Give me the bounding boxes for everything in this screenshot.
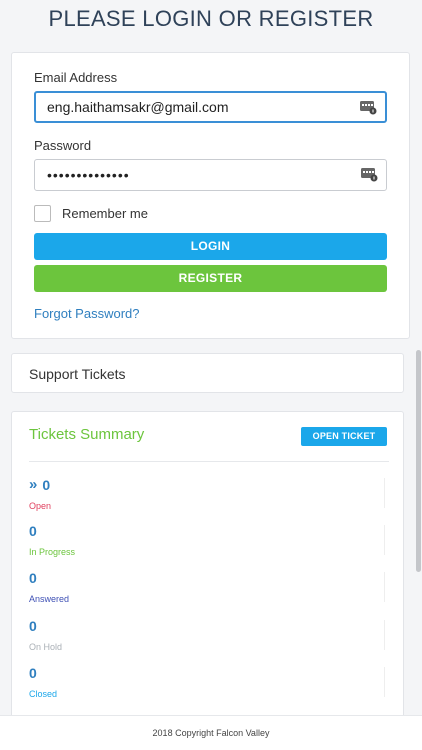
tickets-summary-title: Tickets Summary xyxy=(29,426,145,443)
login-card: Email Address eng.haithamsakr@gmail.com … xyxy=(11,52,410,339)
stat-open[interactable]: » 0 Open xyxy=(29,476,389,511)
stat-count: 0 xyxy=(42,476,51,493)
divider xyxy=(384,620,385,650)
divider xyxy=(384,525,385,555)
stat-answered[interactable]: 0 Answered xyxy=(29,570,389,604)
password-value: •••••••••••••• xyxy=(47,167,130,183)
stat-label: Answered xyxy=(29,594,70,604)
stat-count: 0 xyxy=(29,523,37,539)
footer: 2018 Copyright Falcon Valley xyxy=(0,715,422,750)
stat-label: Closed xyxy=(29,689,58,699)
stat-in-progress[interactable]: 0 In Progress xyxy=(29,523,389,557)
support-tickets-title: Support Tickets xyxy=(29,366,126,382)
stat-count: 0 xyxy=(29,665,37,681)
remember-me-checkbox[interactable] xyxy=(34,205,51,222)
password-field[interactable]: •••••••••••••• xyxy=(34,159,387,191)
register-button[interactable]: REGISTER xyxy=(34,265,387,292)
stat-count: 0 xyxy=(29,570,37,586)
stat-on-hold[interactable]: 0 On Hold xyxy=(29,618,389,652)
email-value: eng.haithamsakr@gmail.com xyxy=(47,99,229,115)
login-button[interactable]: LOGIN xyxy=(34,233,387,260)
forgot-password-link[interactable]: Forgot Password? xyxy=(34,306,140,321)
stat-label: On Hold xyxy=(29,642,63,652)
divider xyxy=(384,572,385,602)
stat-label: In Progress xyxy=(29,547,76,557)
stat-label: Open xyxy=(29,501,52,511)
divider xyxy=(384,667,385,697)
divider xyxy=(384,478,385,508)
open-ticket-button[interactable]: OPEN TICKET xyxy=(301,427,387,446)
remember-me-label[interactable]: Remember me xyxy=(62,206,148,221)
stat-count: 0 xyxy=(29,618,37,634)
copyright-text: 2018 Copyright Falcon Valley xyxy=(152,728,270,738)
divider xyxy=(29,461,389,462)
double-chevron-right-icon: » xyxy=(29,476,38,493)
stat-closed[interactable]: 0 Closed xyxy=(29,665,389,699)
tickets-summary-panel: Tickets Summary OPEN TICKET » 0 Open 0 I… xyxy=(11,411,404,731)
scrollbar[interactable] xyxy=(416,350,421,572)
email-label: Email Address xyxy=(34,70,118,85)
password-manager-icon[interactable] xyxy=(360,100,377,115)
support-tickets-panel[interactable]: Support Tickets xyxy=(11,353,404,393)
password-manager-icon[interactable] xyxy=(361,167,378,182)
page-title: PLEASE LOGIN OR REGISTER xyxy=(48,6,374,31)
password-label: Password xyxy=(34,138,92,153)
email-field[interactable]: eng.haithamsakr@gmail.com xyxy=(34,91,387,123)
